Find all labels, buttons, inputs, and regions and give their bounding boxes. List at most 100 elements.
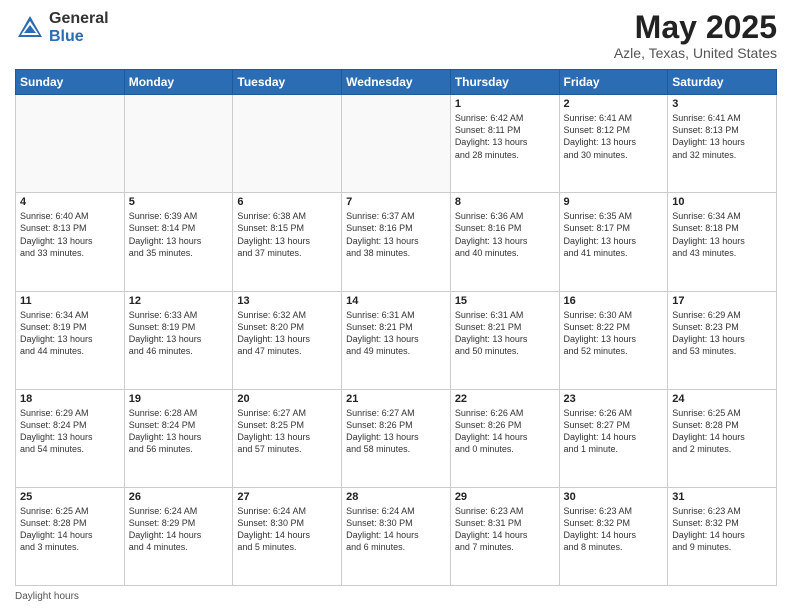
title-block: May 2025 Azle, Texas, United States [614,10,777,61]
calendar-cell-w2d3: 14 Sunrise: 6:31 AM Sunset: 8:21 PM Dayli… [342,291,451,389]
day-info: Sunrise: 6:25 AM Sunset: 8:28 PM Dayligh… [20,505,120,554]
calendar-location: Azle, Texas, United States [614,45,777,61]
day-info: Sunrise: 6:34 AM Sunset: 8:18 PM Dayligh… [672,210,772,259]
day-number: 28 [346,491,446,503]
calendar-cell-w2d4: 15 Sunrise: 6:31 AM Sunset: 8:21 PM Dayli… [450,291,559,389]
calendar-title: May 2025 [614,10,777,45]
calendar-week-row-0: 1 Sunrise: 6:42 AM Sunset: 8:11 PM Daylig… [16,95,777,193]
day-number: 16 [564,295,664,307]
col-friday: Friday [559,70,668,95]
calendar-cell-w4d5: 30 Sunrise: 6:23 AM Sunset: 8:32 PM Dayli… [559,487,668,585]
day-info: Sunrise: 6:24 AM Sunset: 8:30 PM Dayligh… [237,505,337,554]
day-info: Sunrise: 6:33 AM Sunset: 8:19 PM Dayligh… [129,309,229,358]
calendar-week-row-4: 25 Sunrise: 6:25 AM Sunset: 8:28 PM Dayli… [16,487,777,585]
day-info: Sunrise: 6:38 AM Sunset: 8:15 PM Dayligh… [237,210,337,259]
day-number: 5 [129,196,229,208]
day-info: Sunrise: 6:29 AM Sunset: 8:24 PM Dayligh… [20,407,120,456]
day-info: Sunrise: 6:34 AM Sunset: 8:19 PM Dayligh… [20,309,120,358]
day-number: 21 [346,393,446,405]
calendar-cell-w0d5: 2 Sunrise: 6:41 AM Sunset: 8:12 PM Daylig… [559,95,668,193]
day-info: Sunrise: 6:23 AM Sunset: 8:32 PM Dayligh… [672,505,772,554]
calendar-cell-w1d5: 9Sunrise: 6:35 AM Sunset: 8:17 PM Daylig… [559,193,668,291]
day-number: 30 [564,491,664,503]
day-number: 12 [129,295,229,307]
day-info: Sunrise: 6:24 AM Sunset: 8:30 PM Dayligh… [346,505,446,554]
day-number: 20 [237,393,337,405]
daylight-hours-label: Daylight hours [15,591,79,602]
day-number: 24 [672,393,772,405]
calendar-cell-w1d6: 10 Sunrise: 6:34 AM Sunset: 8:18 PM Dayli… [668,193,777,291]
header: General Blue May 2025 Azle, Texas, Unite… [15,10,777,61]
page: General Blue May 2025 Azle, Texas, Unite… [0,0,792,612]
calendar-cell-w3d6: 24 Sunrise: 6:25 AM Sunset: 8:28 PM Dayli… [668,389,777,487]
day-info: Sunrise: 6:42 AM Sunset: 8:11 PM Dayligh… [455,112,555,161]
calendar-cell-w4d6: 31 Sunrise: 6:23 AM Sunset: 8:32 PM Dayli… [668,487,777,585]
col-wednesday: Wednesday [342,70,451,95]
day-number: 6 [237,196,337,208]
calendar-cell-w0d4: 1 Sunrise: 6:42 AM Sunset: 8:11 PM Daylig… [450,95,559,193]
day-number: 2 [564,98,664,110]
day-info: Sunrise: 6:27 AM Sunset: 8:25 PM Dayligh… [237,407,337,456]
day-info: Sunrise: 6:41 AM Sunset: 8:13 PM Dayligh… [672,112,772,161]
day-number: 25 [20,491,120,503]
day-number: 17 [672,295,772,307]
day-info: Sunrise: 6:39 AM Sunset: 8:14 PM Dayligh… [129,210,229,259]
day-info: Sunrise: 6:37 AM Sunset: 8:16 PM Dayligh… [346,210,446,259]
col-sunday: Sunday [16,70,125,95]
calendar-cell-w2d5: 16Sunrise: 6:30 AM Sunset: 8:22 PM Dayli… [559,291,668,389]
calendar-header-row: Sunday Monday Tuesday Wednesday Thursday… [16,70,777,95]
calendar-cell-w1d1: 5 Sunrise: 6:39 AM Sunset: 8:14 PM Daylig… [124,193,233,291]
col-tuesday: Tuesday [233,70,342,95]
calendar-week-row-3: 18Sunrise: 6:29 AM Sunset: 8:24 PM Dayli… [16,389,777,487]
calendar-cell-w4d1: 26 Sunrise: 6:24 AM Sunset: 8:29 PM Dayli… [124,487,233,585]
calendar-cell-w3d4: 22Sunrise: 6:26 AM Sunset: 8:26 PM Dayli… [450,389,559,487]
day-number: 4 [20,196,120,208]
logo-text: General Blue [49,10,109,45]
day-info: Sunrise: 6:25 AM Sunset: 8:28 PM Dayligh… [672,407,772,456]
day-number: 26 [129,491,229,503]
calendar-cell-w0d6: 3 Sunrise: 6:41 AM Sunset: 8:13 PM Daylig… [668,95,777,193]
calendar-cell-w2d2: 13 Sunrise: 6:32 AM Sunset: 8:20 PM Dayli… [233,291,342,389]
day-number: 9 [564,196,664,208]
logo-icon [15,13,45,43]
day-info: Sunrise: 6:36 AM Sunset: 8:16 PM Dayligh… [455,210,555,259]
calendar-cell-w4d2: 27 Sunrise: 6:24 AM Sunset: 8:30 PM Dayli… [233,487,342,585]
day-info: Sunrise: 6:31 AM Sunset: 8:21 PM Dayligh… [455,309,555,358]
day-number: 27 [237,491,337,503]
calendar-cell-w4d0: 25 Sunrise: 6:25 AM Sunset: 8:28 PM Dayli… [16,487,125,585]
day-number: 10 [672,196,772,208]
day-number: 3 [672,98,772,110]
logo-blue-text: Blue [49,28,109,46]
col-saturday: Saturday [668,70,777,95]
calendar-cell-w0d0 [16,95,125,193]
day-info: Sunrise: 6:27 AM Sunset: 8:26 PM Dayligh… [346,407,446,456]
calendar-cell-w4d4: 29Sunrise: 6:23 AM Sunset: 8:31 PM Dayli… [450,487,559,585]
day-number: 1 [455,98,555,110]
calendar-week-row-2: 11 Sunrise: 6:34 AM Sunset: 8:19 PM Dayli… [16,291,777,389]
day-info: Sunrise: 6:41 AM Sunset: 8:12 PM Dayligh… [564,112,664,161]
calendar-cell-w1d0: 4 Sunrise: 6:40 AM Sunset: 8:13 PM Daylig… [16,193,125,291]
calendar-cell-w3d0: 18Sunrise: 6:29 AM Sunset: 8:24 PM Dayli… [16,389,125,487]
day-info: Sunrise: 6:40 AM Sunset: 8:13 PM Dayligh… [20,210,120,259]
day-number: 7 [346,196,446,208]
day-info: Sunrise: 6:24 AM Sunset: 8:29 PM Dayligh… [129,505,229,554]
day-info: Sunrise: 6:28 AM Sunset: 8:24 PM Dayligh… [129,407,229,456]
calendar-cell-w4d3: 28 Sunrise: 6:24 AM Sunset: 8:30 PM Dayli… [342,487,451,585]
day-info: Sunrise: 6:23 AM Sunset: 8:32 PM Dayligh… [564,505,664,554]
day-info: Sunrise: 6:32 AM Sunset: 8:20 PM Dayligh… [237,309,337,358]
day-info: Sunrise: 6:31 AM Sunset: 8:21 PM Dayligh… [346,309,446,358]
col-monday: Monday [124,70,233,95]
calendar-cell-w2d1: 12 Sunrise: 6:33 AM Sunset: 8:19 PM Dayli… [124,291,233,389]
calendar-cell-w3d5: 23Sunrise: 6:26 AM Sunset: 8:27 PM Dayli… [559,389,668,487]
calendar-week-row-1: 4 Sunrise: 6:40 AM Sunset: 8:13 PM Daylig… [16,193,777,291]
day-number: 22 [455,393,555,405]
day-number: 31 [672,491,772,503]
calendar-cell-w1d4: 8Sunrise: 6:36 AM Sunset: 8:16 PM Daylig… [450,193,559,291]
day-number: 14 [346,295,446,307]
day-number: 13 [237,295,337,307]
calendar-cell-w3d2: 20 Sunrise: 6:27 AM Sunset: 8:25 PM Dayli… [233,389,342,487]
day-number: 11 [20,295,120,307]
day-info: Sunrise: 6:29 AM Sunset: 8:23 PM Dayligh… [672,309,772,358]
calendar-cell-w3d3: 21 Sunrise: 6:27 AM Sunset: 8:26 PM Dayli… [342,389,451,487]
day-number: 15 [455,295,555,307]
